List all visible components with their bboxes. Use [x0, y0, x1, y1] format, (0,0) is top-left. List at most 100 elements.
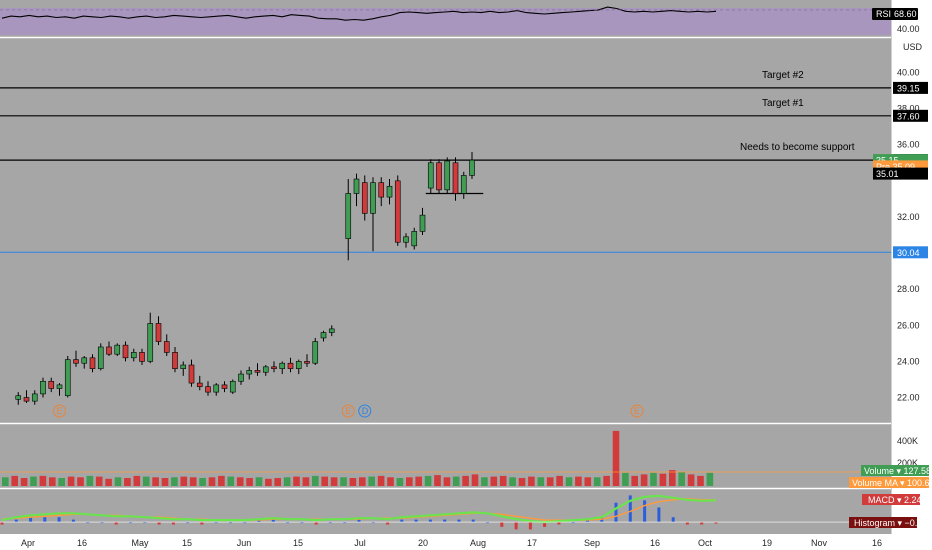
candle-body — [345, 193, 352, 239]
volume-bar — [452, 476, 460, 486]
time-axis-label: 15 — [182, 538, 192, 548]
macd-tag-label: MACD ▾ 2.24 — [868, 495, 922, 505]
macd-histogram-bar — [314, 522, 318, 525]
volume-bar — [133, 475, 141, 486]
candle-body — [31, 393, 38, 402]
candle-body — [106, 346, 112, 355]
volume-bar — [246, 478, 253, 486]
price-tick-label: 28.00 — [897, 284, 920, 294]
candle-body — [312, 341, 319, 364]
volume-bar — [593, 477, 601, 486]
volume-bar — [528, 476, 535, 486]
candle-body — [419, 214, 426, 232]
price-tick-label: 22.00 — [897, 393, 920, 403]
volume-bar — [631, 475, 638, 486]
volume-bar — [415, 476, 422, 486]
rsi-label: RSI — [876, 9, 891, 19]
macd-histogram-bar — [457, 519, 461, 522]
time-axis-label: 19 — [762, 538, 772, 548]
volume-bar — [359, 477, 366, 486]
price-panel — [0, 38, 891, 423]
candle-body — [122, 344, 129, 359]
volume-bar — [443, 477, 451, 486]
macd-histogram-bar — [443, 519, 447, 522]
time-axis-label: Jun — [237, 538, 252, 548]
time-axis-label: 17 — [527, 538, 537, 548]
volume-bar — [546, 477, 554, 486]
macd-histogram-bar — [200, 522, 204, 525]
volume-bar — [340, 477, 347, 486]
volume-bar — [2, 477, 9, 486]
candle-body — [370, 182, 376, 214]
candle-body — [254, 370, 261, 373]
volume-bar — [349, 478, 357, 486]
macd-histogram-bar — [643, 500, 647, 523]
macd-histogram-bar — [557, 522, 561, 525]
event-marker-label: D — [362, 406, 369, 416]
candle-body — [361, 182, 368, 214]
volume-bar — [499, 475, 507, 486]
volume-bar — [236, 477, 244, 486]
volume-bar — [603, 475, 610, 486]
level-annotation: Needs to become support — [740, 142, 855, 153]
candle-body — [403, 236, 409, 243]
volume-bar — [669, 470, 676, 486]
macd-histogram-bar — [528, 522, 532, 530]
candle-body — [328, 328, 335, 333]
volume-bar — [368, 476, 375, 486]
volume-bar — [518, 478, 526, 486]
volume-bar — [377, 475, 385, 486]
volume-bar — [462, 475, 469, 486]
macd-histogram-bar — [414, 519, 418, 522]
volume-bar — [255, 477, 263, 486]
time-axis-label: May — [131, 538, 149, 548]
time-axis-label: 15 — [293, 538, 303, 548]
candle-body — [180, 364, 187, 369]
volume-bar — [227, 476, 235, 486]
volume-bar — [86, 475, 94, 486]
candle-body — [64, 359, 71, 397]
price-tick-label: 36.00 — [897, 140, 920, 150]
candle-body — [444, 160, 451, 191]
macd-histogram-bar — [43, 517, 47, 522]
price-tag-label: 35.01 — [876, 169, 899, 179]
macd-histogram-bar — [614, 502, 618, 523]
macd-histogram-bar — [514, 522, 518, 530]
chart-stage: 40.00 39.15Target #237.60Target #135.15N… — [0, 0, 932, 550]
candle-body — [262, 366, 269, 373]
volume-bar — [490, 476, 498, 486]
volume-bar — [67, 476, 75, 486]
volume-bar — [481, 477, 488, 486]
candle-body — [40, 380, 46, 395]
volume-bar — [20, 478, 28, 486]
volume-bar — [678, 472, 685, 486]
volume-bar — [218, 475, 225, 486]
candle-body — [427, 162, 434, 189]
volume-bar — [687, 474, 695, 486]
candle-body — [172, 352, 178, 369]
candle-body — [411, 231, 418, 247]
volume-bar — [283, 477, 291, 486]
candle-body — [155, 323, 162, 342]
volume-bar — [11, 475, 18, 486]
macd-histogram-bar — [657, 507, 661, 522]
candle-body — [229, 380, 236, 393]
level-tag-label: 39.15 — [897, 83, 920, 93]
volume-bar — [612, 430, 620, 486]
time-axis-label: 20 — [418, 538, 428, 548]
candle-body — [279, 362, 286, 369]
volume-bar — [312, 475, 319, 486]
macd-histogram-bar — [386, 522, 390, 525]
volume-bar — [406, 477, 413, 486]
macd-histogram-bar — [357, 519, 361, 522]
volume-bar — [274, 478, 281, 486]
time-axis-label: 16 — [872, 538, 882, 548]
macd-histogram-bar — [0, 522, 4, 525]
volume-bar — [293, 476, 300, 486]
volume-bar — [189, 477, 197, 486]
time-axis-label: Oct — [698, 538, 713, 548]
macd-histogram-bar — [500, 522, 504, 527]
volume-bar — [302, 477, 310, 486]
volume-tag-label: Volume ▾ 127.585K — [864, 466, 932, 476]
candle-body — [221, 384, 228, 389]
